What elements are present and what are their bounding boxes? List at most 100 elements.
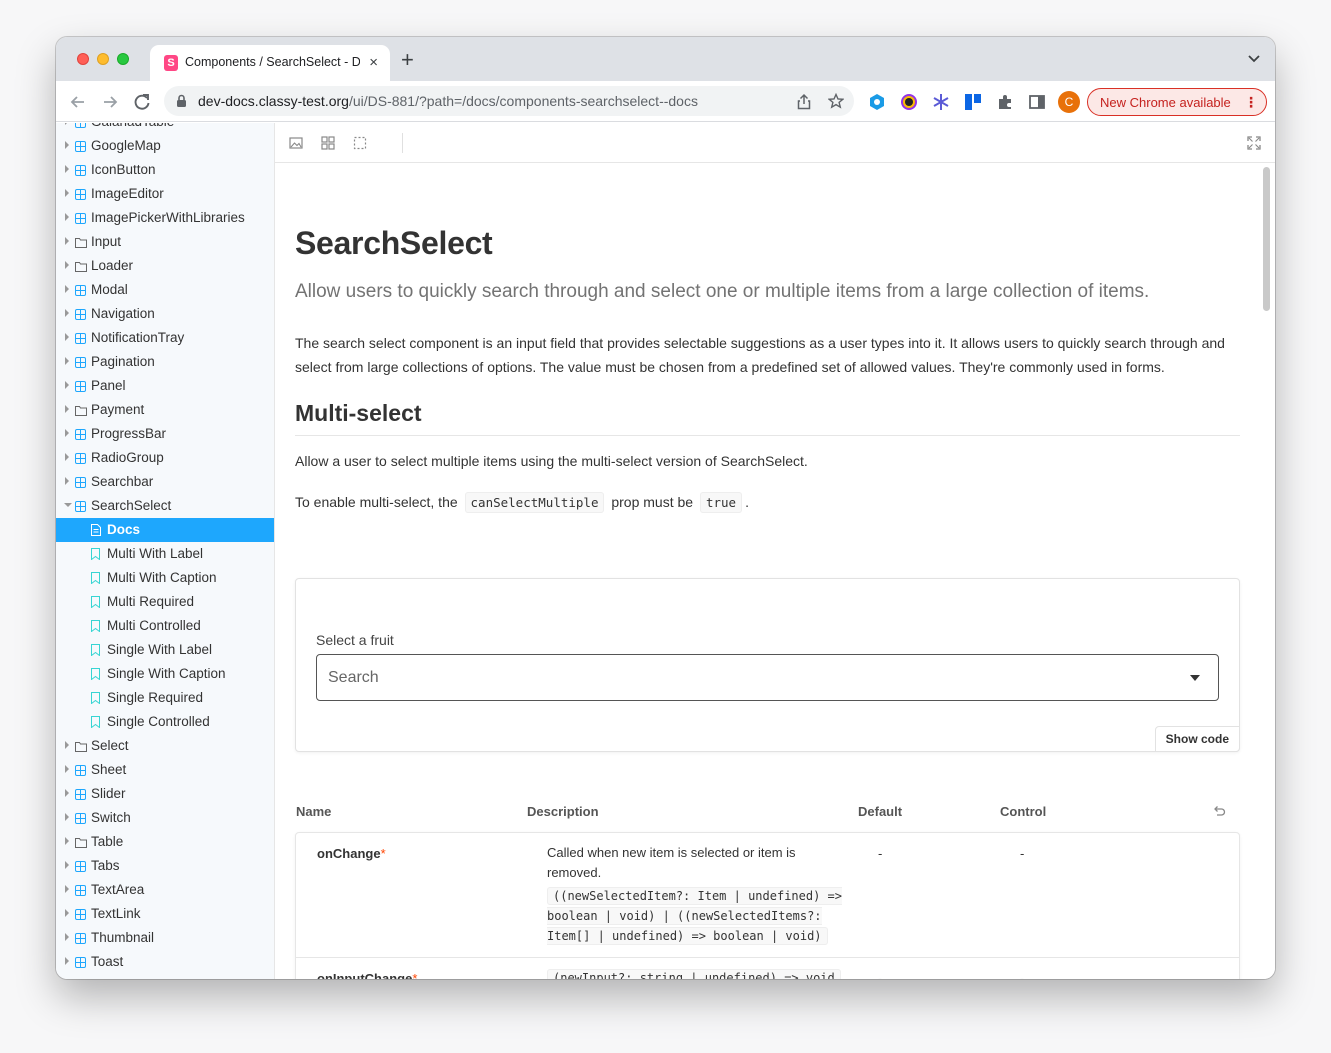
sidebar-item-loader[interactable]: Loader — [56, 254, 274, 278]
sidebar-item-progressbar[interactable]: ProgressBar — [56, 422, 274, 446]
fullscreen-icon[interactable] — [1247, 136, 1261, 150]
sidebar-item-imageeditor[interactable]: ImageEditor — [56, 182, 274, 206]
caret-right-icon[interactable] — [65, 741, 69, 749]
sidebar-item-navigation[interactable]: Navigation — [56, 302, 274, 326]
sidebar-item-single-required[interactable]: Single Required — [56, 686, 274, 710]
back-arrow-icon[interactable] — [67, 91, 89, 113]
sidebar-item-slider[interactable]: Slider — [56, 782, 274, 806]
caret-down-icon[interactable] — [64, 503, 72, 507]
show-code-button[interactable]: Show code — [1154, 726, 1240, 752]
sidebar-item-table[interactable]: Table — [56, 830, 274, 854]
sidebar-item-single-with-label[interactable]: Single With Label — [56, 638, 274, 662]
sidebar-item-textarea[interactable]: TextArea — [56, 878, 274, 902]
extension-trello-icon[interactable] — [964, 93, 982, 111]
caret-right-icon[interactable] — [65, 309, 69, 317]
sidebar-item-tabs[interactable]: Tabs — [56, 854, 274, 878]
reload-icon[interactable] — [131, 91, 153, 113]
url-text[interactable]: dev-docs.classy-test.org/ui/DS-881/?path… — [198, 93, 698, 109]
caret-right-icon[interactable] — [65, 429, 69, 437]
sidebar-item-radiogroup[interactable]: RadioGroup — [56, 446, 274, 470]
sidebar-item-single-controlled[interactable]: Single Controlled — [56, 710, 274, 734]
component-icon — [75, 884, 86, 896]
kebab-menu-icon[interactable]: ⋮ — [1244, 94, 1258, 110]
new-tab-button[interactable]: + — [401, 49, 414, 71]
caret-right-icon[interactable] — [65, 123, 69, 125]
outline-icon[interactable] — [353, 136, 367, 150]
caret-right-icon[interactable] — [65, 837, 69, 845]
sidebar-item-sheet[interactable]: Sheet — [56, 758, 274, 782]
sidebar-item-toast[interactable]: Toast — [56, 950, 274, 974]
tab-close-icon[interactable]: × — [369, 54, 378, 72]
component-icon — [75, 788, 86, 800]
extension-snowflake-icon[interactable] — [932, 93, 950, 111]
sidebar-item-multi-required[interactable]: Multi Required — [56, 590, 274, 614]
caret-right-icon[interactable] — [65, 165, 69, 173]
sidebar-item-searchbar[interactable]: Searchbar — [56, 470, 274, 494]
forward-arrow-icon[interactable] — [99, 91, 121, 113]
caret-right-icon[interactable] — [65, 237, 69, 245]
caret-right-icon[interactable] — [65, 141, 69, 149]
sidebar-item-galahadtable[interactable]: GalahadTable — [56, 123, 274, 134]
address-bar[interactable]: dev-docs.classy-test.org/ui/DS-881/?path… — [164, 86, 854, 116]
sidebar-item-pagination[interactable]: Pagination — [56, 350, 274, 374]
sidebar-item-single-with-caption[interactable]: Single With Caption — [56, 662, 274, 686]
vertical-scrollbar[interactable] — [1263, 167, 1270, 311]
sidebar-item-input[interactable]: Input — [56, 230, 274, 254]
side-panel-icon[interactable] — [1028, 93, 1046, 111]
dropdown-caret-icon[interactable] — [1190, 675, 1200, 681]
caret-right-icon[interactable] — [65, 957, 69, 965]
extensions-puzzle-icon[interactable] — [996, 93, 1014, 111]
sidebar-item-select[interactable]: Select — [56, 734, 274, 758]
tab-search-chevron-icon[interactable] — [1247, 51, 1261, 69]
search-select-input[interactable]: Search — [316, 654, 1219, 701]
sidebar-item-panel[interactable]: Panel — [56, 374, 274, 398]
close-window-button[interactable] — [77, 53, 89, 65]
sidebar-item-payment[interactable]: Payment — [56, 398, 274, 422]
new-chrome-available-button[interactable]: New Chrome available ⋮ — [1087, 88, 1267, 116]
section-divider — [295, 435, 1240, 436]
caret-right-icon[interactable] — [65, 909, 69, 917]
sidebar-item-googlemap[interactable]: GoogleMap — [56, 134, 274, 158]
caret-right-icon[interactable] — [65, 861, 69, 869]
caret-right-icon[interactable] — [65, 285, 69, 293]
reset-controls-icon[interactable] — [1212, 804, 1226, 823]
caret-right-icon[interactable] — [65, 357, 69, 365]
extension-eye-icon[interactable] — [868, 93, 886, 111]
grid-icon[interactable] — [321, 136, 335, 150]
sidebar-item-imagepickerwithlibraries[interactable]: ImagePickerWithLibraries — [56, 206, 274, 230]
sidebar-item-switch[interactable]: Switch — [56, 806, 274, 830]
caret-right-icon[interactable] — [65, 189, 69, 197]
caret-right-icon[interactable] — [65, 381, 69, 389]
sidebar-item-textlink[interactable]: TextLink — [56, 902, 274, 926]
caret-right-icon[interactable] — [65, 789, 69, 797]
share-icon[interactable] — [796, 93, 812, 115]
caret-right-icon[interactable] — [65, 261, 69, 269]
caret-right-icon[interactable] — [65, 933, 69, 941]
caret-right-icon[interactable] — [65, 813, 69, 821]
sidebar-item-multi-controlled[interactable]: Multi Controlled — [56, 614, 274, 638]
sidebar-item-docs[interactable]: Docs — [56, 518, 274, 542]
caret-right-icon[interactable] — [65, 885, 69, 893]
sidebar-item-multi-with-label[interactable]: Multi With Label — [56, 542, 274, 566]
bookmark-star-icon[interactable] — [827, 92, 845, 114]
sidebar-item-modal[interactable]: Modal — [56, 278, 274, 302]
extension-color-picker-icon[interactable] — [900, 93, 918, 111]
sidebar-item-iconbutton[interactable]: IconButton — [56, 158, 274, 182]
sidebar-item-searchselect[interactable]: SearchSelect — [56, 494, 274, 518]
sidebar-item-notificationtray[interactable]: NotificationTray — [56, 326, 274, 350]
caret-right-icon[interactable] — [65, 477, 69, 485]
background-image-icon[interactable] — [289, 136, 303, 150]
active-tab[interactable]: S Components / SearchSelect - D × — [150, 45, 390, 81]
table-row: onChange* Called when new item is select… — [296, 833, 1239, 958]
caret-right-icon[interactable] — [65, 453, 69, 461]
sidebar-item-thumbnail[interactable]: Thumbnail — [56, 926, 274, 950]
caret-right-icon[interactable] — [65, 405, 69, 413]
minimize-window-button[interactable] — [97, 53, 109, 65]
caret-right-icon[interactable] — [65, 333, 69, 341]
caret-right-icon[interactable] — [65, 213, 69, 221]
caret-right-icon[interactable] — [65, 765, 69, 773]
sidebar-item-multi-with-caption[interactable]: Multi With Caption — [56, 566, 274, 590]
zoom-window-button[interactable] — [117, 53, 129, 65]
lock-icon[interactable] — [176, 94, 187, 113]
profile-avatar[interactable]: C — [1058, 91, 1080, 113]
